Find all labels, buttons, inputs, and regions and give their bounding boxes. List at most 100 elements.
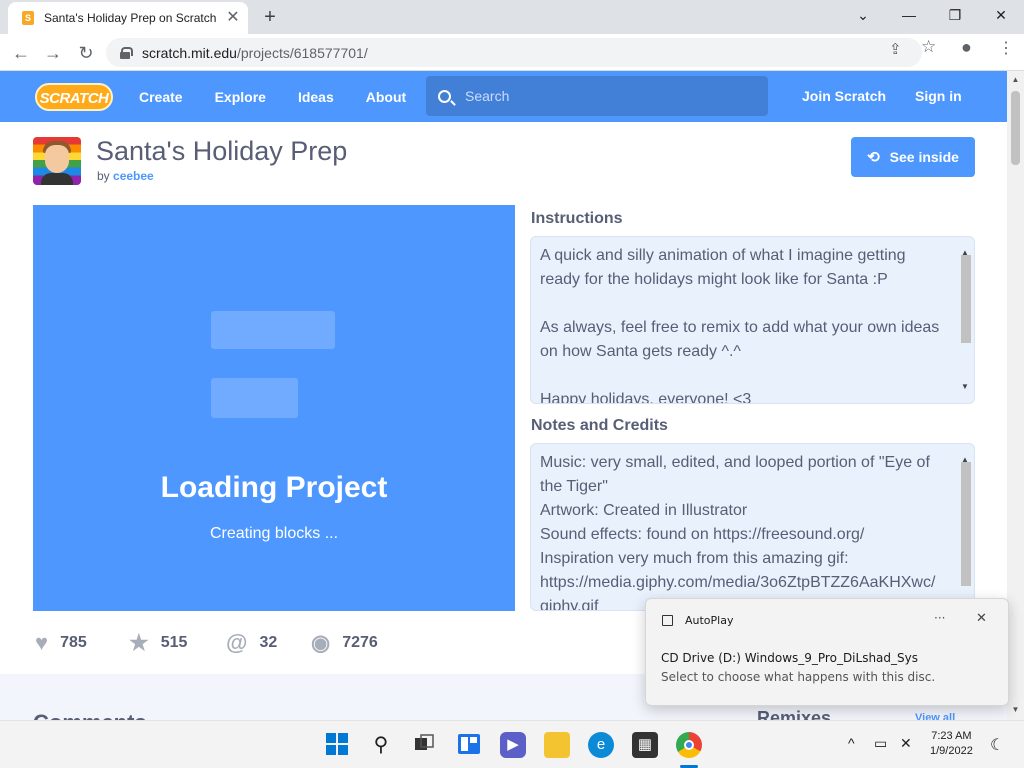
- by-label: by: [97, 169, 110, 183]
- browser-tab[interactable]: S Santa's Holiday Prep on Scratch ✕: [8, 2, 248, 34]
- favorites-count: 515: [160, 634, 188, 651]
- network-icon[interactable]: ▭: [874, 735, 887, 752]
- edge-browser-icon[interactable]: e: [588, 732, 614, 758]
- nav-ideas[interactable]: Ideas: [282, 89, 350, 105]
- remix-arrows-icon: ⟲: [867, 149, 880, 166]
- new-tab-button[interactable]: +: [258, 6, 282, 28]
- browser-menu-icon[interactable]: ⋮: [998, 38, 1014, 58]
- scroll-down-arrow-icon[interactable]: ▼: [961, 375, 969, 399]
- favorites-stat[interactable]: ★ 515: [129, 630, 187, 656]
- avatar-body: [41, 173, 73, 185]
- clock-time: 7:23 AM: [931, 730, 972, 742]
- widgets-icon[interactable]: [456, 732, 482, 758]
- join-scratch-link[interactable]: Join Scratch: [802, 71, 886, 122]
- chrome-browser-icon[interactable]: [676, 732, 702, 758]
- eye-icon: ◉: [311, 630, 331, 655]
- search-placeholder: Search: [465, 88, 510, 104]
- instructions-paragraph: Happy holidays, everyone! <3: [540, 391, 752, 404]
- notification-body: Select to choose what happens with this …: [661, 670, 936, 684]
- notes-line: Artwork: Created in Illustrator: [540, 502, 748, 519]
- loves-stat[interactable]: ♥ 785: [35, 630, 87, 656]
- scratch-logo[interactable]: SCRATCH: [35, 82, 113, 111]
- loading-block-icon: [211, 311, 335, 349]
- nav-create[interactable]: Create: [123, 89, 199, 105]
- notification-more-icon[interactable]: ···: [934, 611, 945, 625]
- project-stage[interactable]: Loading Project Creating blocks ...: [33, 205, 515, 611]
- notes-scrollbar[interactable]: ▲: [959, 448, 972, 606]
- instructions-heading: Instructions: [531, 210, 623, 227]
- profile-icon[interactable]: ●: [961, 37, 972, 58]
- notification-header: AutoPlay: [662, 614, 733, 627]
- remixes-count: 32: [259, 634, 278, 651]
- autoplay-notification[interactable]: AutoPlay ··· ✕ CD Drive (D:) Windows_9_P…: [645, 598, 1009, 706]
- close-window-button[interactable]: ✕: [978, 0, 1024, 30]
- notes-line: Sound effects: found on https://freesoun…: [540, 526, 865, 543]
- notes-box[interactable]: Music: very small, edited, and looped po…: [530, 443, 975, 611]
- start-windows-icon[interactable]: [324, 732, 350, 758]
- views-count: 7276: [342, 634, 378, 651]
- bookmark-star-icon[interactable]: ☆: [921, 37, 936, 57]
- store-icon[interactable]: ▦: [632, 732, 658, 758]
- views-stat: ◉ 7276: [311, 630, 378, 656]
- avatar-face: [45, 145, 69, 173]
- file-explorer-icon[interactable]: [544, 732, 570, 758]
- remix-spiral-icon: @: [226, 630, 248, 655]
- page-scrollbar[interactable]: ▲ ▼: [1007, 71, 1024, 720]
- tab-close-icon[interactable]: ✕: [224, 9, 242, 27]
- view-all-link[interactable]: View all: [915, 712, 955, 720]
- search-icon: [438, 89, 451, 103]
- loading-title: Loading Project: [160, 471, 388, 504]
- scratch-favicon-icon: S: [22, 11, 34, 25]
- loves-count: 785: [60, 634, 87, 651]
- tab-title: Santa's Holiday Prep on Scratch: [44, 11, 217, 25]
- loading-status: Creating blocks ...: [209, 525, 339, 542]
- notification-app-name: AutoPlay: [685, 614, 734, 627]
- teams-chat-icon[interactable]: ▶: [500, 732, 526, 758]
- notification-close-icon[interactable]: ✕: [976, 611, 987, 626]
- scrollbar-thumb[interactable]: [1011, 91, 1020, 165]
- see-inside-button[interactable]: ⟲ See inside: [851, 137, 975, 177]
- scrollbar-thumb[interactable]: [961, 255, 971, 343]
- autoplay-app-icon: [662, 615, 673, 626]
- scrollbar-thumb[interactable]: [961, 462, 971, 586]
- instructions-paragraph: A quick and silly animation of what I im…: [540, 247, 906, 288]
- project-title: Santa's Holiday Prep: [96, 136, 348, 166]
- notes-line: Music: very small, edited, and looped po…: [540, 454, 930, 495]
- tray-chevron-icon[interactable]: ^: [848, 735, 855, 751]
- url-host: scratch.mit.edu: [142, 44, 237, 61]
- restore-button[interactable]: ❐: [932, 0, 978, 30]
- heart-icon: ♥: [35, 630, 49, 655]
- remixes-stat: @ 32: [226, 630, 277, 656]
- notifications-moon-icon[interactable]: ☾: [990, 735, 1004, 755]
- tab-search-icon[interactable]: ⌄: [840, 0, 886, 30]
- minimize-button[interactable]: —: [886, 0, 932, 30]
- scratch-navbar: SCRATCH Create Explore Ideas About Searc…: [0, 71, 1007, 122]
- remixes-heading: Remixes: [757, 708, 832, 720]
- instructions-box[interactable]: A quick and silly animation of what I im…: [530, 236, 975, 404]
- author-link[interactable]: ceebee: [113, 169, 154, 183]
- url-path: /projects/618577701/: [236, 44, 368, 61]
- windows-taskbar: ⚲ ▶ e ▦ ^ ▭ ✕ 7:23 AM 1/9/2022 ☾: [0, 720, 1024, 768]
- scroll-up-arrow-icon[interactable]: ▲: [1011, 75, 1020, 84]
- search-icon[interactable]: ⚲: [368, 732, 394, 758]
- scroll-down-arrow-icon[interactable]: ▼: [1011, 705, 1020, 714]
- reload-icon[interactable]: ↻: [73, 40, 99, 66]
- instructions-paragraph: As always, feel free to remix to add wha…: [540, 319, 940, 360]
- chrome-center: [684, 740, 694, 750]
- author-avatar[interactable]: [33, 137, 81, 185]
- url-text: scratch.mit.edu/projects/618577701/: [142, 45, 368, 61]
- task-view-icon[interactable]: [411, 732, 437, 758]
- search-input[interactable]: Search: [426, 76, 768, 116]
- back-arrow-icon[interactable]: ←: [8, 40, 34, 66]
- forward-arrow-icon[interactable]: →: [40, 40, 66, 66]
- address-bar[interactable]: scratch.mit.edu/projects/618577701/: [106, 38, 922, 67]
- share-icon[interactable]: ⇪: [889, 40, 902, 58]
- taskbar-clock[interactable]: 7:23 AM 1/9/2022: [930, 729, 973, 759]
- nav-about[interactable]: About: [350, 89, 422, 105]
- browser-titlebar: S Santa's Holiday Prep on Scratch ✕ + ⌄ …: [0, 0, 1024, 34]
- sign-in-link[interactable]: Sign in: [915, 71, 962, 122]
- instructions-scrollbar[interactable]: ▲ ▼: [959, 241, 972, 399]
- volume-muted-icon[interactable]: ✕: [900, 735, 912, 752]
- loading-block-icon: [211, 378, 298, 418]
- nav-explore[interactable]: Explore: [199, 89, 282, 105]
